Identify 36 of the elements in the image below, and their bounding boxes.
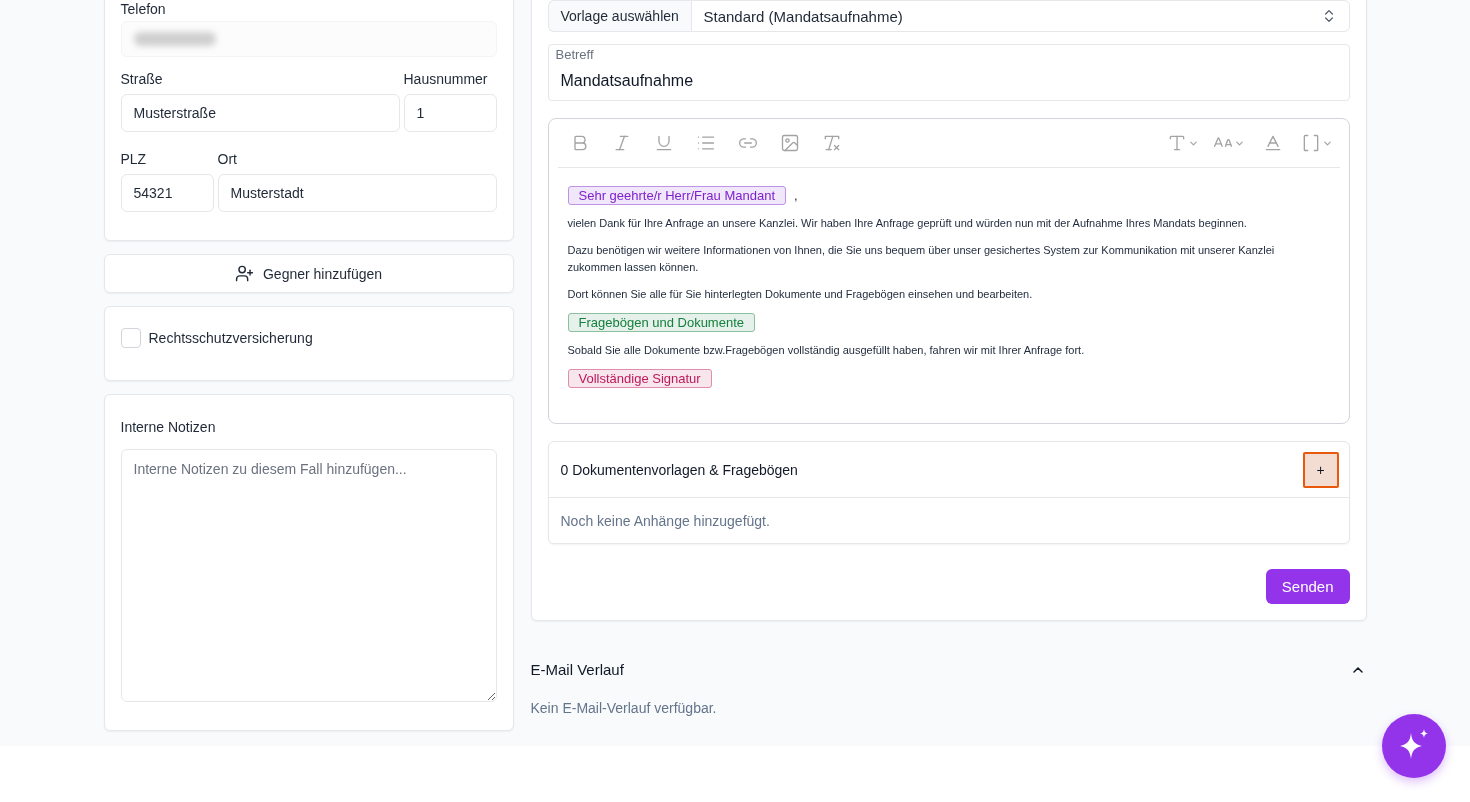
text-fragment: ,	[794, 187, 798, 204]
field-label: Interne Notizen	[120, 418, 217, 436]
placeholder-tag[interactable]: Fragebögen und Dokumente	[567, 313, 755, 332]
subject-field[interactable]: Betreff Mandatsaufnahme	[547, 44, 1350, 101]
section-title: E-Mail Verlauf	[530, 660, 624, 680]
field-label: Straße	[120, 70, 164, 88]
body-paragraph: Sobald Sie alle Dokumente bzw.Fragebögen vollständig ausgefüllt haben, fahren wir mit Ihrer Anfrage fort.	[567, 343, 1085, 358]
field-label: Telefon	[120, 1, 167, 18]
field-label: Betreff	[555, 47, 595, 63]
attachments-title: 0 Dokumentenvorlagen & Fragebögen	[560, 461, 798, 478]
field-label: PLZ	[120, 150, 148, 168]
user-plus-icon	[234, 264, 254, 283]
checkbox-label[interactable]: Rechtsschutzversicherung	[148, 329, 313, 347]
ai-assistant-button[interactable]	[1382, 714, 1446, 778]
text-field[interactable]: 1	[403, 94, 497, 132]
placeholder-tag[interactable]: Vollständige Signatur	[567, 369, 712, 388]
add-attachment-button[interactable]: +	[1302, 451, 1339, 488]
empty-state-text: Kein E-Mail-Verlauf verfügbar.	[530, 699, 718, 718]
empty-state-text: Noch keine Anhänge hinzugefügt.	[560, 512, 770, 529]
text-field[interactable]: Musterstraße	[120, 94, 400, 132]
add-opponent-button[interactable]: Gegner hinzufügen	[103, 254, 514, 293]
send-button[interactable]: Senden	[1265, 569, 1350, 604]
text-field[interactable]: Musterstadt	[217, 174, 497, 212]
text-field[interactable]: 54321	[120, 174, 214, 212]
checkbox[interactable]	[120, 328, 141, 348]
body-paragraph: Dazu benötigen wir weitere Informationen von Ihnen, die Sie uns bequem über unser gesichertes System zur Kommunikation mit unserer Kanzlei zukommen lassen können.	[567, 243, 1276, 275]
body-paragraph: Dort können Sie alle für Sie hinterlegten Dokumente und Fragebögen einsehen und bearbeiten.	[567, 287, 1033, 302]
image-icon	[779, 133, 800, 153]
field-label: Ort	[217, 150, 238, 168]
placeholder-tag[interactable]: Sehr geehrte/r Herr/Frau Mandant	[567, 186, 787, 205]
notes-textarea[interactable]: Interne Notizen zu diesem Fall hinzufügen...	[120, 449, 497, 702]
select-label: Vorlage auswählen	[547, 0, 691, 32]
phone-field[interactable]	[120, 21, 497, 57]
template-select[interactable]: Standard (Mandatsaufnahme)	[690, 0, 1350, 32]
body-paragraph: vielen Dank für Ihre Anfrage an unsere Kanzlei. Wir haben Ihre Anfrage geprüft und würden nun mit der Aufnahme Ihres Mandats beginnen.	[567, 216, 1247, 231]
field-label: Hausnummer	[403, 70, 489, 88]
